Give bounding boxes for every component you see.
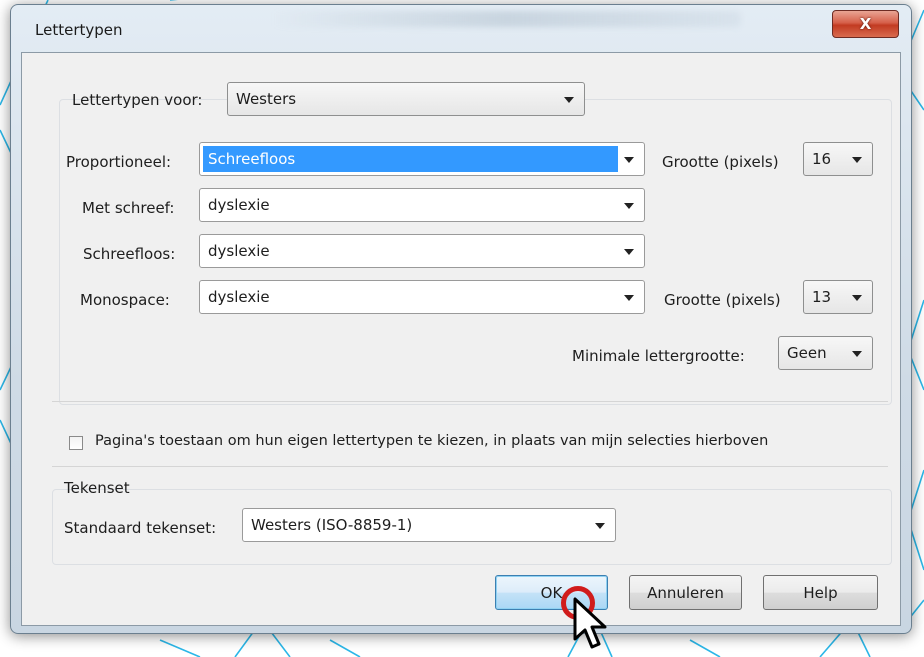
dropdown-arrow-icon bbox=[624, 157, 634, 163]
proportional-label: Proportioneel: bbox=[66, 153, 172, 171]
monospace-select[interactable]: dyslexie bbox=[199, 280, 645, 314]
dropdown-arrow-icon bbox=[852, 157, 862, 163]
fonts-for-label: Lettertypen voor: bbox=[72, 91, 203, 109]
monospace-label: Monospace: bbox=[80, 291, 170, 309]
divider bbox=[52, 401, 888, 402]
help-button-label: Help bbox=[803, 583, 838, 602]
cancel-button-label: Annuleren bbox=[647, 583, 724, 602]
charset-label: Standaard tekenset: bbox=[64, 519, 217, 537]
help-button[interactable]: Help bbox=[763, 575, 878, 610]
size-proportional-value: 16 bbox=[812, 150, 832, 168]
serif-label: Met schreef: bbox=[82, 199, 175, 217]
sans-serif-value: dyslexie bbox=[208, 242, 270, 260]
size-proportional-label: Grootte (pixels) bbox=[662, 153, 779, 171]
dropdown-arrow-icon bbox=[624, 203, 634, 209]
serif-value: dyslexie bbox=[208, 196, 270, 214]
size-monospace-label: Grootte (pixels) bbox=[664, 291, 781, 309]
close-button[interactable]: X bbox=[832, 10, 899, 38]
divider bbox=[52, 466, 888, 467]
dialog-title: Lettertypen bbox=[35, 21, 123, 39]
fonts-for-value: Westers bbox=[236, 90, 297, 108]
allow-pages-checkbox[interactable] bbox=[69, 436, 83, 450]
min-size-label: Minimale lettergrootte: bbox=[572, 347, 745, 365]
fonts-for-select[interactable]: Westers bbox=[227, 82, 585, 116]
sans-serif-select[interactable]: dyslexie bbox=[199, 234, 645, 268]
dropdown-arrow-icon bbox=[624, 295, 634, 301]
titlebar-background-tabs bbox=[271, 11, 741, 27]
dropdown-arrow-icon bbox=[595, 523, 605, 529]
charset-heading: Tekenset bbox=[64, 479, 130, 497]
mouse-cursor-icon bbox=[573, 597, 607, 649]
fonts-dialog: Lettertypen X Lettertypen voor: Westers … bbox=[10, 4, 912, 634]
cancel-button[interactable]: Annuleren bbox=[629, 575, 742, 610]
dialog-client-area: Lettertypen voor: Westers Proportioneel:… bbox=[21, 52, 901, 626]
size-monospace-value: 13 bbox=[812, 288, 832, 306]
dropdown-arrow-icon bbox=[852, 295, 862, 301]
charset-select[interactable]: Westers (ISO-8859-1) bbox=[242, 508, 616, 542]
sans-serif-label: Schreefloos: bbox=[83, 245, 176, 263]
size-proportional-select[interactable]: 16 bbox=[803, 142, 873, 176]
selection-highlight: Schreefloos bbox=[203, 146, 618, 172]
min-size-value: Geen bbox=[787, 344, 827, 362]
dropdown-arrow-icon bbox=[564, 97, 574, 103]
proportional-value: Schreefloos bbox=[208, 150, 296, 168]
allow-pages-label: Pagina's toestaan om hun eigen lettertyp… bbox=[95, 433, 769, 449]
serif-select[interactable]: dyslexie bbox=[199, 188, 645, 222]
min-size-select[interactable]: Geen bbox=[778, 336, 873, 370]
dropdown-arrow-icon bbox=[852, 351, 862, 357]
monospace-value: dyslexie bbox=[208, 288, 270, 306]
proportional-select[interactable]: Schreefloos bbox=[199, 142, 645, 176]
close-icon: X bbox=[859, 15, 872, 33]
charset-value: Westers (ISO-8859-1) bbox=[251, 516, 413, 534]
ok-button-label: OK bbox=[540, 583, 563, 602]
size-monospace-select[interactable]: 13 bbox=[803, 280, 873, 314]
dropdown-arrow-icon bbox=[624, 249, 634, 255]
